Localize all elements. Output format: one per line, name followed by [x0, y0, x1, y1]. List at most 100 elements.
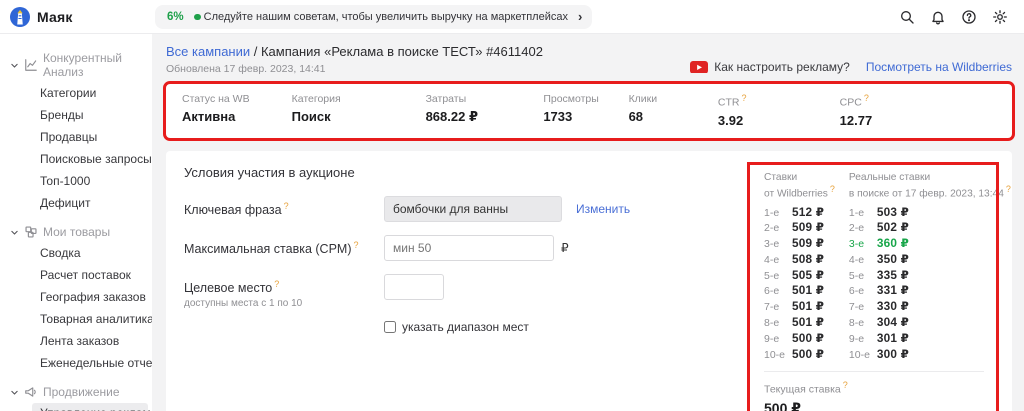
sidebar-item[interactable]: Продавцы — [32, 127, 148, 147]
help-icon[interactable]: ? — [284, 201, 289, 211]
search-icon[interactable] — [899, 9, 915, 25]
sidebar-item[interactable]: Товарная аналитика — [32, 309, 148, 329]
change-keyword-link[interactable]: Изменить — [576, 196, 630, 216]
bid-value: 500 ₽ — [792, 331, 824, 345]
bid-position: 5-е — [849, 270, 877, 282]
bid-position: 2-е — [764, 222, 792, 234]
bid-row: 2-е 509 ₽ — [764, 220, 835, 236]
bid-position: 10-е — [764, 349, 792, 361]
sidebar-sections: Конкурентный Анализ Категории Бренды Про… — [0, 48, 152, 411]
cpm-input[interactable] — [384, 235, 554, 261]
sidebar-item[interactable]: География заказов — [32, 287, 148, 307]
bid-value: 502 ₽ — [877, 220, 909, 234]
help-icon[interactable]: ? — [864, 93, 869, 103]
stat-column: Просмотры 1733 — [543, 93, 628, 128]
bid-row: 9-е 500 ₽ — [764, 331, 835, 347]
bid-value: 301 ₽ — [877, 331, 909, 345]
megaphone-icon — [24, 385, 38, 399]
help-icon[interactable]: ? — [354, 240, 359, 250]
sidebar-item-label: Расчет поставок — [40, 268, 131, 282]
real-bids-header: Реальные ставки в поиске от 17 февр. 202… — [849, 171, 1011, 199]
cpm-label: Максимальная ставка (CPM)? — [184, 235, 384, 256]
sidebar-item-label: Сводка — [40, 246, 81, 260]
app-logo[interactable]: Маяк — [0, 7, 152, 27]
sidebar-item-label: Продавцы — [40, 130, 97, 144]
bid-position: 8-е — [849, 317, 877, 329]
sidebar-item[interactable]: Дефицит — [32, 193, 148, 213]
bid-value: 304 ₽ — [877, 315, 909, 329]
sidebar-section-header[interactable]: Продвижение — [0, 382, 152, 402]
chevron-right-icon: › — [578, 9, 582, 24]
auction-form: Условия участия в аукционе Ключевая фраз… — [184, 165, 744, 411]
sidebar-item-label: Управление рекламой — [40, 406, 152, 411]
sidebar-section-items: Сводка Расчет поставок География заказов… — [0, 242, 152, 374]
bid-value: 505 ₽ — [792, 268, 824, 282]
breadcrumb: Все кампании / Кампания «Реклама в поиск… — [166, 44, 543, 59]
view-on-wildberries-link[interactable]: Посмотреть на Wildberries — [866, 60, 1012, 74]
sidebar-section-label: Продвижение — [43, 385, 120, 399]
sidebar-item[interactable]: Топ-1000 — [32, 171, 148, 191]
stat-value: Активна — [182, 109, 292, 124]
bell-icon[interactable] — [930, 9, 946, 25]
sidebar-item[interactable]: Еженедельные отчеты — [32, 353, 148, 373]
keyword-input[interactable] — [384, 196, 562, 222]
sidebar-item[interactable]: Категории — [32, 83, 148, 103]
target-place-hint: доступны места с 1 по 10 — [184, 298, 384, 309]
sidebar-section-header[interactable]: Конкурентный Анализ — [0, 48, 152, 82]
bid-position: 10-е — [849, 349, 877, 361]
bid-value: 335 ₽ — [877, 268, 909, 282]
bid-row: 5-е 505 ₽ — [764, 268, 835, 284]
app-name: Маяк — [37, 9, 73, 25]
bid-row: 7-е 330 ₽ — [849, 299, 1011, 315]
bid-value: 509 ₽ — [792, 220, 824, 234]
sidebar-section-items: Управление рекламой new Расширение запро… — [0, 402, 152, 411]
help-circle-icon[interactable] — [961, 9, 977, 25]
bid-value: 501 ₽ — [792, 315, 824, 329]
bid-value: 500 ₽ — [792, 347, 824, 361]
help-icon[interactable]: ? — [274, 279, 279, 289]
range-checkbox-label: указать диапазон мест — [402, 320, 529, 334]
help-icon[interactable]: ? — [1006, 184, 1011, 194]
real-bids-column: Реальные ставки в поиске от 17 февр. 202… — [849, 171, 1011, 363]
stat-label: Статус на WB — [182, 93, 292, 105]
sidebar-item[interactable]: Бренды — [32, 105, 148, 125]
sidebar-section: Мои товары Сводка Расчет поставок Геогра… — [0, 222, 152, 374]
youtube-icon — [690, 61, 708, 74]
bid-row: 10-е 300 ₽ — [849, 347, 1011, 363]
bid-value: 350 ₽ — [877, 252, 909, 266]
help-icon[interactable]: ? — [843, 380, 848, 390]
gear-icon[interactable] — [992, 9, 1008, 25]
bid-position: 3-е — [849, 238, 877, 250]
header-actions — [899, 9, 1024, 25]
target-place-input[interactable] — [384, 274, 444, 300]
updated-timestamp: Обновлена 17 февр. 2023, 14:41 — [166, 63, 543, 75]
range-checkbox[interactable] — [384, 321, 396, 333]
sidebar-item[interactable]: Расчет поставок — [32, 265, 148, 285]
stat-value: 68 — [629, 109, 718, 124]
help-icon[interactable]: ? — [741, 93, 746, 103]
sidebar-item[interactable]: Сводка — [32, 243, 148, 263]
bid-value: 501 ₽ — [792, 283, 824, 297]
chevron-down-icon — [10, 388, 19, 397]
chevron-down-icon — [10, 61, 19, 70]
sidebar-section-items: Категории Бренды Продавцы Поисковые запр… — [0, 82, 152, 214]
sidebar-section-header[interactable]: Мои товары — [0, 222, 152, 242]
sidebar-item[interactable]: Лента заказов — [32, 331, 148, 351]
bid-position: 8-е — [764, 317, 792, 329]
how-to-setup-ads-link[interactable]: Как настроить рекламу? — [690, 60, 850, 74]
advice-message: Следуйте нашим советам, чтобы увеличить … — [204, 11, 568, 23]
bid-value: 512 ₽ — [792, 205, 824, 219]
help-icon[interactable]: ? — [830, 184, 835, 194]
advice-banner[interactable]: 6% Следуйте нашим советам, чтобы увеличи… — [155, 5, 592, 29]
sidebar-item[interactable]: Управление рекламой new — [32, 403, 148, 411]
bid-row: 8-е 304 ₽ — [849, 315, 1011, 331]
divider — [764, 371, 984, 372]
sidebar-item[interactable]: Поисковые запросы — [32, 149, 148, 169]
breadcrumb-link-all-campaigns[interactable]: Все кампании — [166, 44, 250, 59]
bid-row: 6-е 331 ₽ — [849, 283, 1011, 299]
bid-position: 6-е — [849, 285, 877, 297]
ruble-currency-label: ₽ — [561, 235, 569, 255]
stat-label: CPC? — [840, 93, 937, 109]
sidebar-item-label: Поисковые запросы — [40, 152, 152, 166]
sidebar-item-label: Еженедельные отчеты — [40, 356, 152, 370]
